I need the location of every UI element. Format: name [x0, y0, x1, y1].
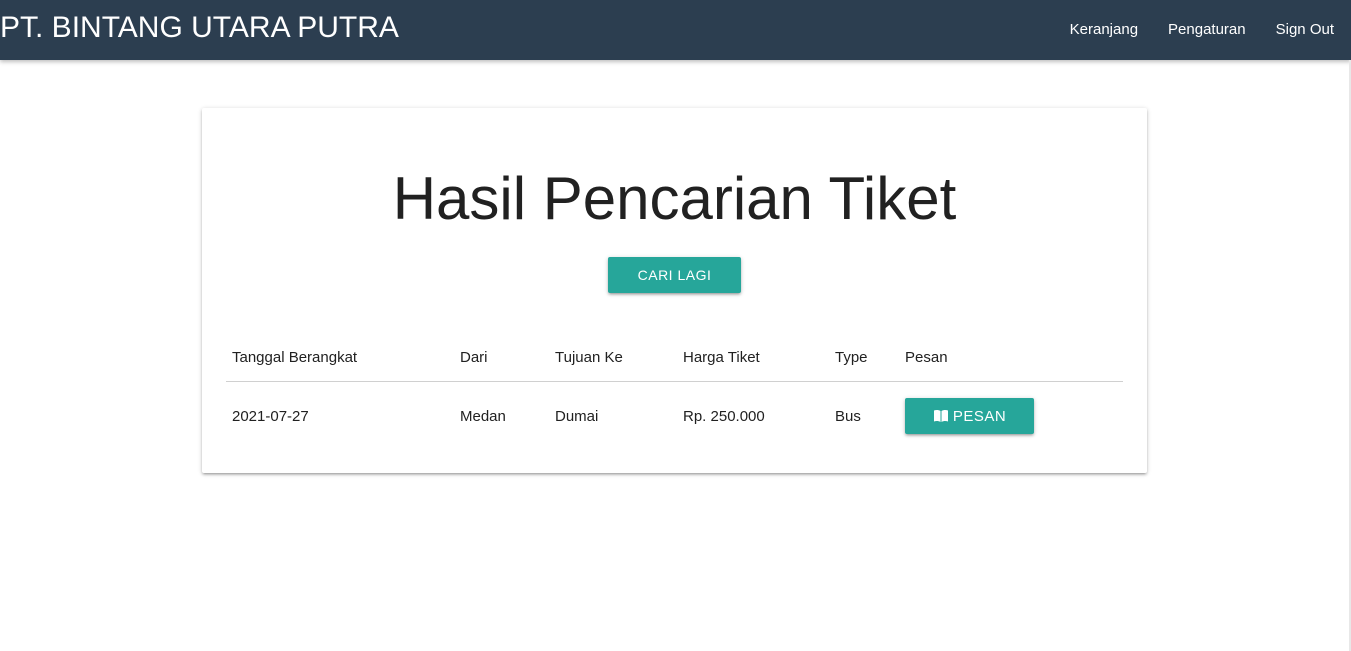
- search-again-button[interactable]: CARI LAGI: [608, 257, 741, 293]
- pesan-button-label: PESAN: [952, 407, 1007, 425]
- cell-harga: Rp. 250.000: [683, 407, 765, 425]
- nav-link-pengaturan[interactable]: Pengaturan: [1153, 2, 1261, 58]
- cell-tanggal: 2021-07-27: [232, 407, 309, 425]
- nav-link-keranjang[interactable]: Keranjang: [1055, 2, 1153, 58]
- header-pesan: Pesan: [905, 349, 948, 366]
- page-title: Hasil Pencarian Tiket: [392, 165, 957, 232]
- cell-tujuan: Dumai: [555, 407, 599, 425]
- brand-title[interactable]: PT. BINTANG UTARA PUTRA: [0, 0, 399, 60]
- table-header-row: Tanggal Berangkat Dari Tujuan Ke Harga T…: [226, 334, 1123, 382]
- cell-dari: Medan: [460, 407, 506, 425]
- header-harga-tiket: Harga Tiket: [683, 349, 760, 366]
- nav-links: Keranjang Pengaturan Sign Out: [1055, 0, 1351, 60]
- cell-pesan: PESAN: [905, 382, 1034, 450]
- top-navbar: PT. BINTANG UTARA PUTRA Keranjang Pengat…: [0, 0, 1351, 60]
- results-table: Tanggal Berangkat Dari Tujuan Ke Harga T…: [226, 334, 1123, 450]
- pesan-button[interactable]: PESAN: [905, 398, 1034, 434]
- cell-type: Bus: [835, 407, 861, 425]
- header-dari: Dari: [460, 349, 488, 366]
- results-card: Hasil Pencarian Tiket CARI LAGI Tanggal …: [202, 108, 1147, 473]
- book-icon: [933, 410, 948, 422]
- header-tanggal-berangkat: Tanggal Berangkat: [232, 349, 358, 366]
- header-type: Type: [835, 349, 868, 366]
- header-tujuan-ke: Tujuan Ke: [555, 349, 623, 366]
- nav-link-sign-out[interactable]: Sign Out: [1261, 2, 1351, 58]
- table-row: 2021-07-27 Medan Dumai Rp. 250.000 Bus P…: [226, 382, 1123, 450]
